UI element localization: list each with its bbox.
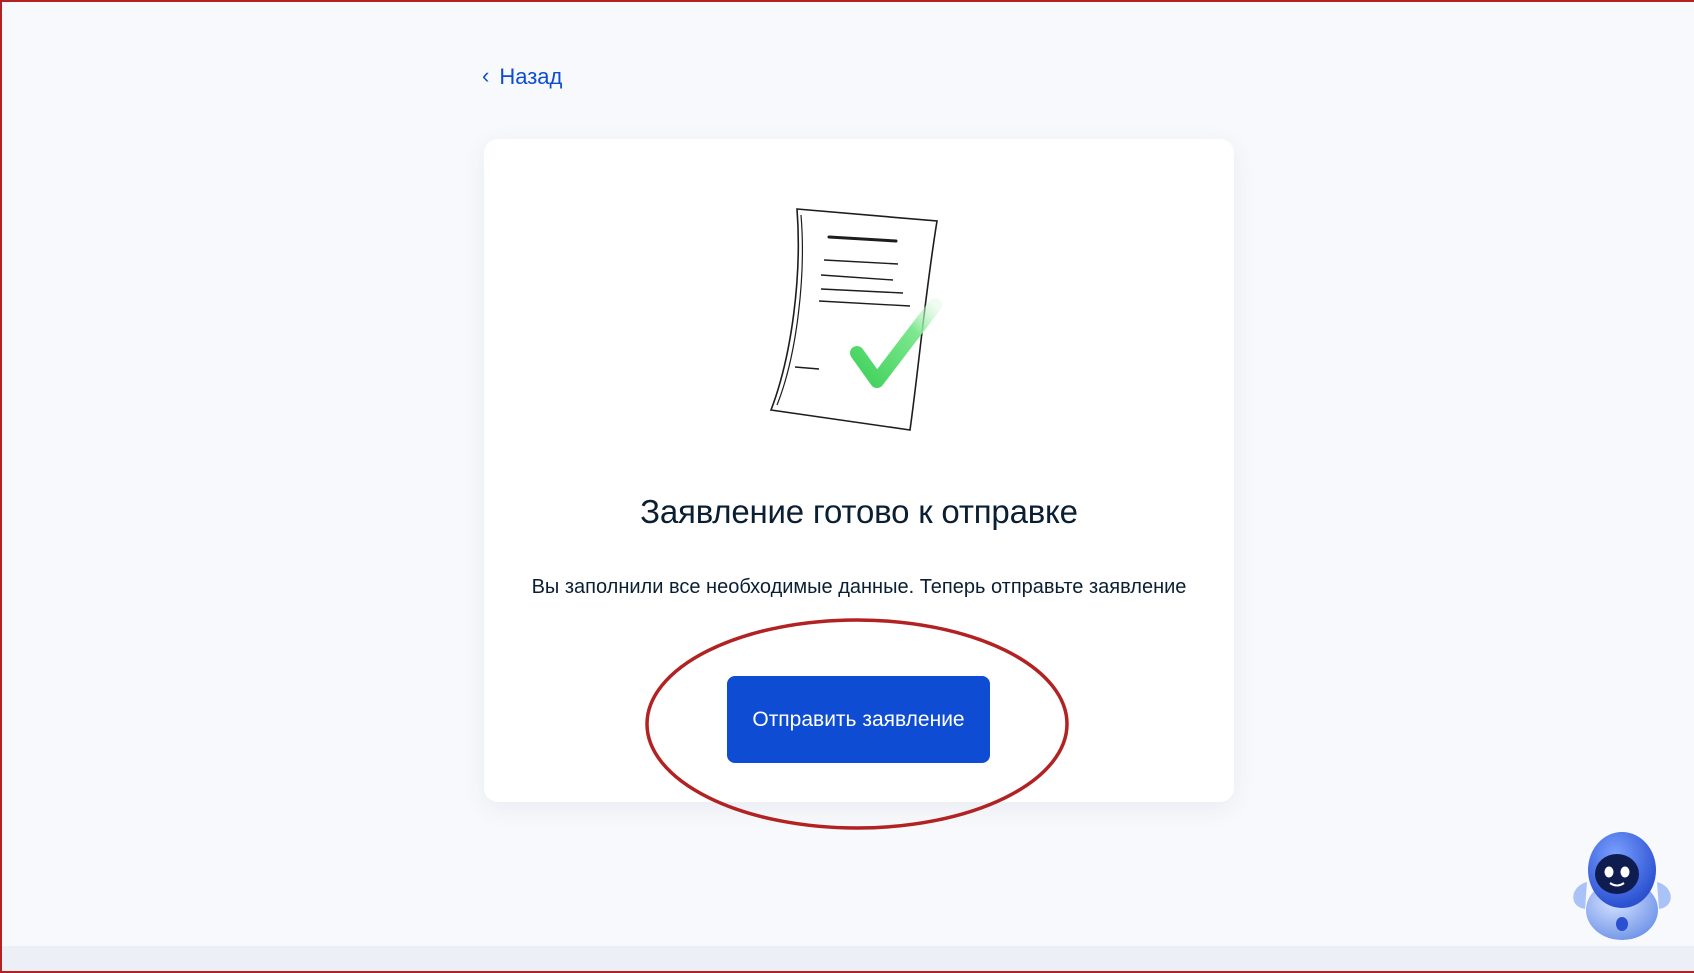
document-checkmark-icon [769, 208, 942, 431]
page-frame: ‹ Назад Заявление готово к отправке Вы з… [0, 0, 1694, 973]
back-link[interactable]: ‹ Назад [482, 64, 562, 90]
robot-assistant-icon[interactable] [1567, 812, 1677, 962]
card-description: Вы заполнили все необходимые данные. Теп… [531, 576, 1187, 598]
chevron-left-icon: ‹ [482, 63, 490, 88]
status-card: Заявление готово к отправке Вы заполнили… [484, 139, 1234, 802]
submit-application-button[interactable]: Отправить заявление [727, 676, 990, 763]
footer-band [2, 946, 1694, 971]
card-title: Заявление готово к отправке [640, 493, 1078, 530]
back-label: Назад [499, 64, 563, 89]
